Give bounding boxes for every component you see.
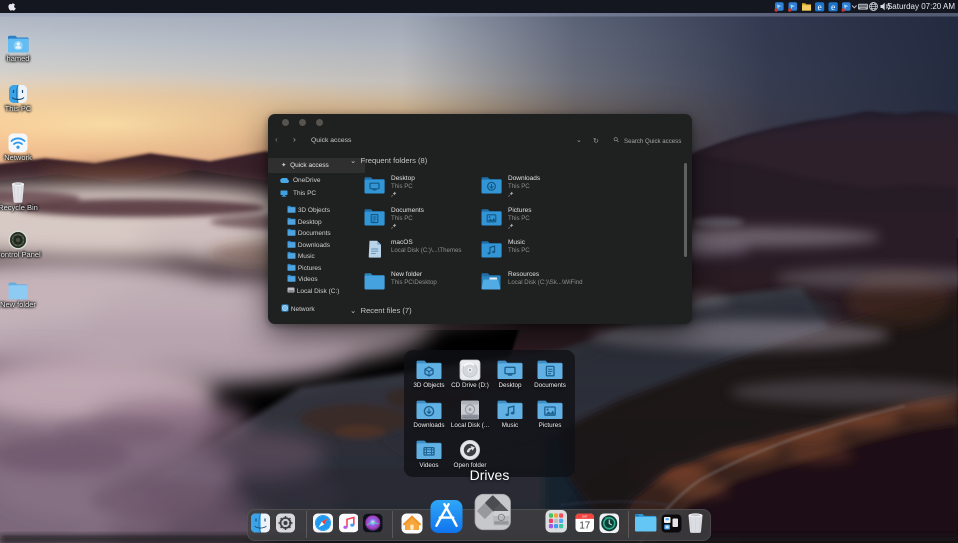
svg-text:e: e — [817, 3, 821, 13]
svg-text:e: e — [831, 3, 835, 13]
svg-text:SAT: SAT — [582, 514, 588, 518]
svg-text:17: 17 — [579, 520, 590, 531]
